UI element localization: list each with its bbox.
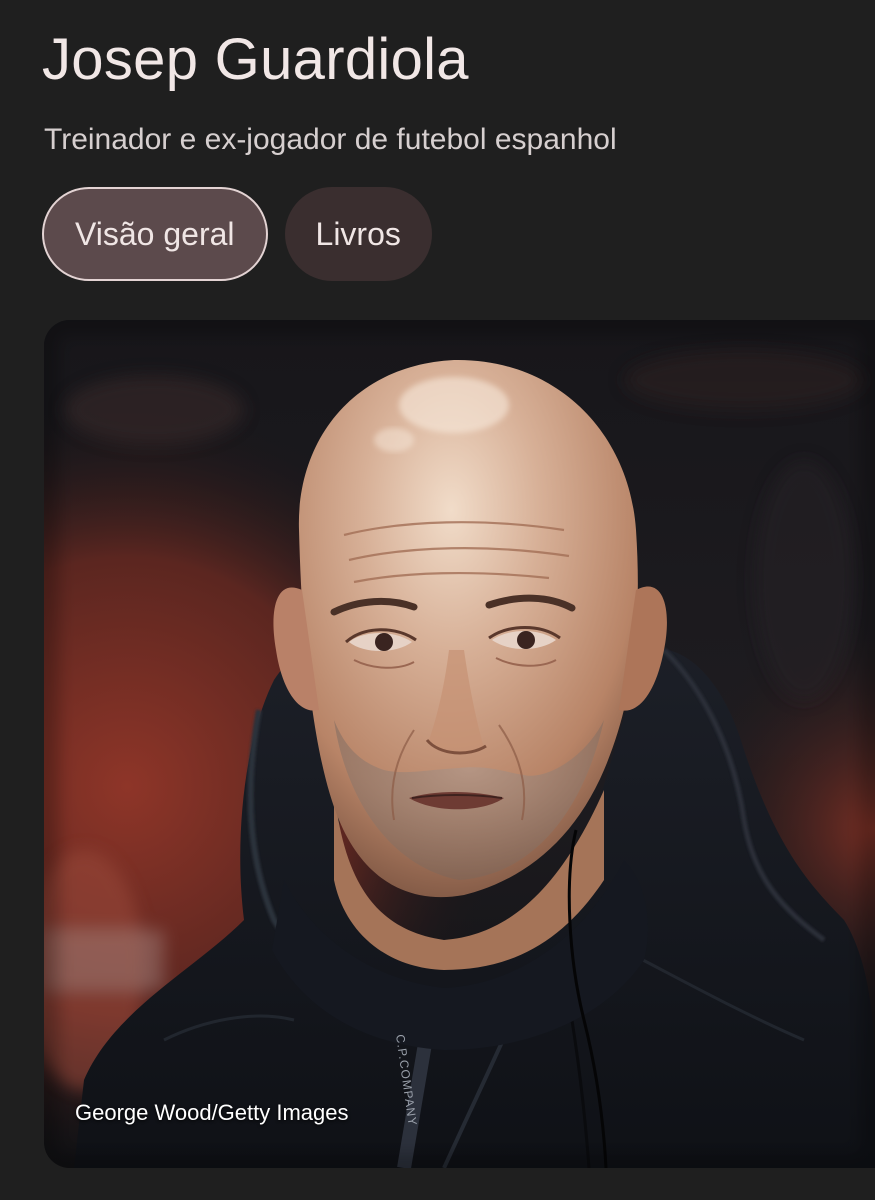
- photo-credit: George Wood/Getty Images: [75, 1100, 349, 1125]
- tab-bar: Visão geral Livros: [42, 187, 432, 281]
- person-photo[interactable]: C.P.COMPANY George Wood/Getty Images: [44, 320, 875, 1168]
- tab-books[interactable]: Livros: [284, 187, 432, 281]
- photo-illustration: C.P.COMPANY: [44, 320, 875, 1168]
- page-title: Josep Guardiola: [42, 27, 469, 92]
- tab-overview[interactable]: Visão geral: [42, 187, 268, 281]
- page-subtitle: Treinador e ex-jogador de futebol espanh…: [44, 123, 617, 156]
